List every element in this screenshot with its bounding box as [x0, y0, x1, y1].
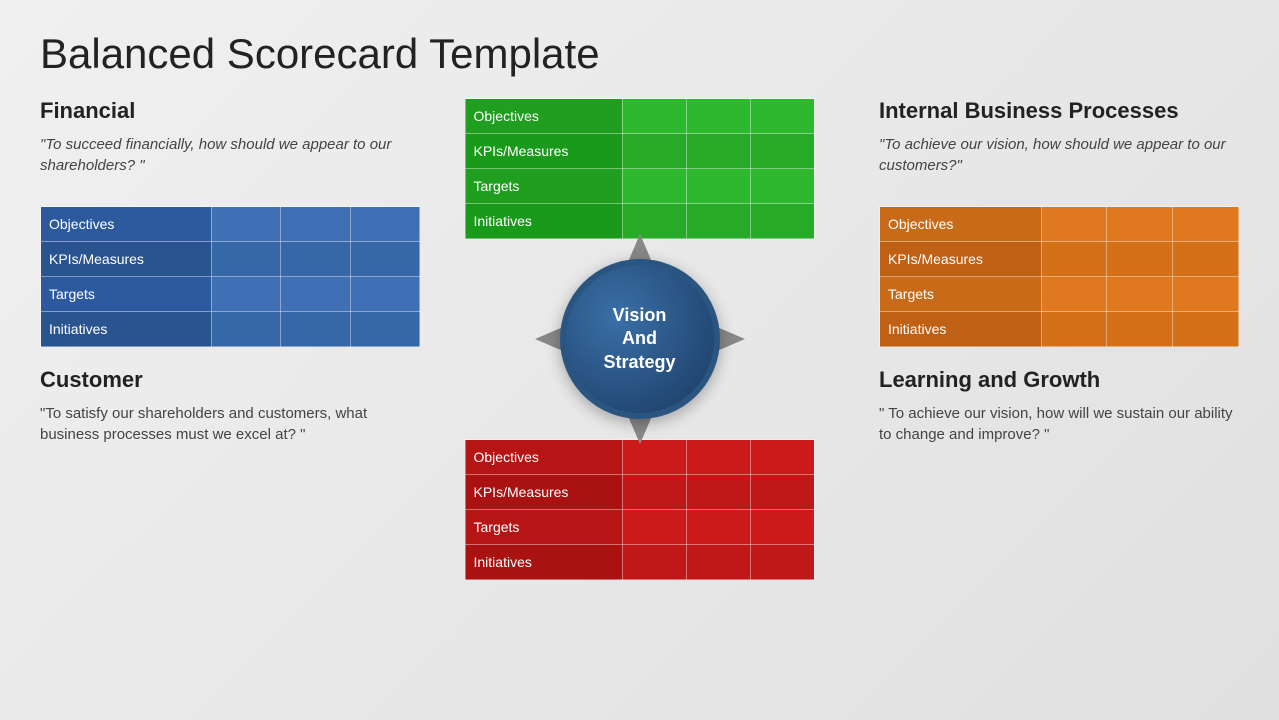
vision-strategy-area: VisionAndStrategy	[560, 249, 720, 429]
financial-title: Financial	[40, 98, 410, 124]
table-row: KPIs/Measures	[41, 242, 420, 277]
left-column: Financial "To succeed financially, how s…	[40, 98, 420, 624]
ibp-description: "To achieve our vision, how should we ap…	[879, 134, 1239, 176]
targets-label: Targets	[465, 169, 622, 204]
page-title: Balanced Scorecard Template	[40, 30, 1239, 78]
initiatives-label: Initiatives	[41, 312, 212, 347]
table-row: Targets	[41, 277, 420, 312]
objectives-label: Objectives	[880, 207, 1042, 242]
slide: Balanced Scorecard Template Financial "T…	[0, 0, 1279, 720]
table-row: KPIs/Measures	[880, 242, 1239, 277]
table-row: Initiatives	[465, 545, 814, 580]
learning-growth-description: " To achieve our vision, how will we sus…	[879, 403, 1239, 445]
blue-scorecard-table: Objectives KPIs/Measures Targets	[40, 206, 420, 347]
red-table: Objectives KPIs/Measures Targets	[465, 439, 815, 580]
orange-scorecard-table: Objectives KPIs/Measures Targets	[879, 206, 1239, 347]
green-scorecard-table: Objectives KPIs/Measures Targets	[465, 98, 815, 239]
customer-description: "To satisfy our shareholders and custome…	[40, 403, 410, 445]
table-row: Targets	[465, 510, 814, 545]
initiatives-label: Initiatives	[465, 545, 622, 580]
learning-growth-section: Learning and Growth " To achieve our vis…	[859, 367, 1239, 445]
objectives-label: Objectives	[465, 99, 622, 134]
content-area: Financial "To succeed financially, how s…	[40, 98, 1239, 668]
table-row: Objectives	[465, 99, 814, 134]
kpis-label: KPIs/Measures	[465, 475, 622, 510]
initiatives-label: Initiatives	[880, 312, 1042, 347]
vision-strategy-circle: VisionAndStrategy	[560, 259, 720, 419]
ibp-title: Internal Business Processes	[879, 98, 1239, 124]
orange-table: Objectives KPIs/Measures Targets	[879, 206, 1239, 347]
table-row: Targets	[465, 169, 814, 204]
objectives-label: Objectives	[41, 207, 212, 242]
kpis-label: KPIs/Measures	[465, 134, 622, 169]
table-row: Initiatives	[880, 312, 1239, 347]
ibp-section: Internal Business Processes "To achieve …	[859, 98, 1239, 196]
learning-growth-title: Learning and Growth	[879, 367, 1239, 393]
customer-title: Customer	[40, 367, 410, 393]
targets-label: Targets	[41, 277, 212, 312]
table-row: Objectives	[880, 207, 1239, 242]
table-row: KPIs/Measures	[465, 475, 814, 510]
targets-label: Targets	[465, 510, 622, 545]
vision-strategy-text: VisionAndStrategy	[603, 304, 675, 374]
customer-section: Customer "To satisfy our shareholders an…	[40, 367, 420, 445]
financial-description: "To succeed financially, how should we a…	[40, 134, 410, 176]
kpis-label: KPIs/Measures	[880, 242, 1042, 277]
table-row: KPIs/Measures	[465, 134, 814, 169]
right-column: Internal Business Processes "To achieve …	[859, 98, 1239, 624]
kpis-label: KPIs/Measures	[41, 242, 212, 277]
center-column: Objectives KPIs/Measures Targets	[420, 98, 859, 624]
financial-section: Financial "To succeed financially, how s…	[40, 98, 420, 196]
green-table: Objectives KPIs/Measures Targets	[465, 98, 815, 239]
red-scorecard-table: Objectives KPIs/Measures Targets	[465, 439, 815, 580]
table-row: Initiatives	[41, 312, 420, 347]
targets-label: Targets	[880, 277, 1042, 312]
table-row: Objectives	[41, 207, 420, 242]
table-row: Targets	[880, 277, 1239, 312]
blue-table: Objectives KPIs/Measures Targets	[40, 206, 420, 347]
